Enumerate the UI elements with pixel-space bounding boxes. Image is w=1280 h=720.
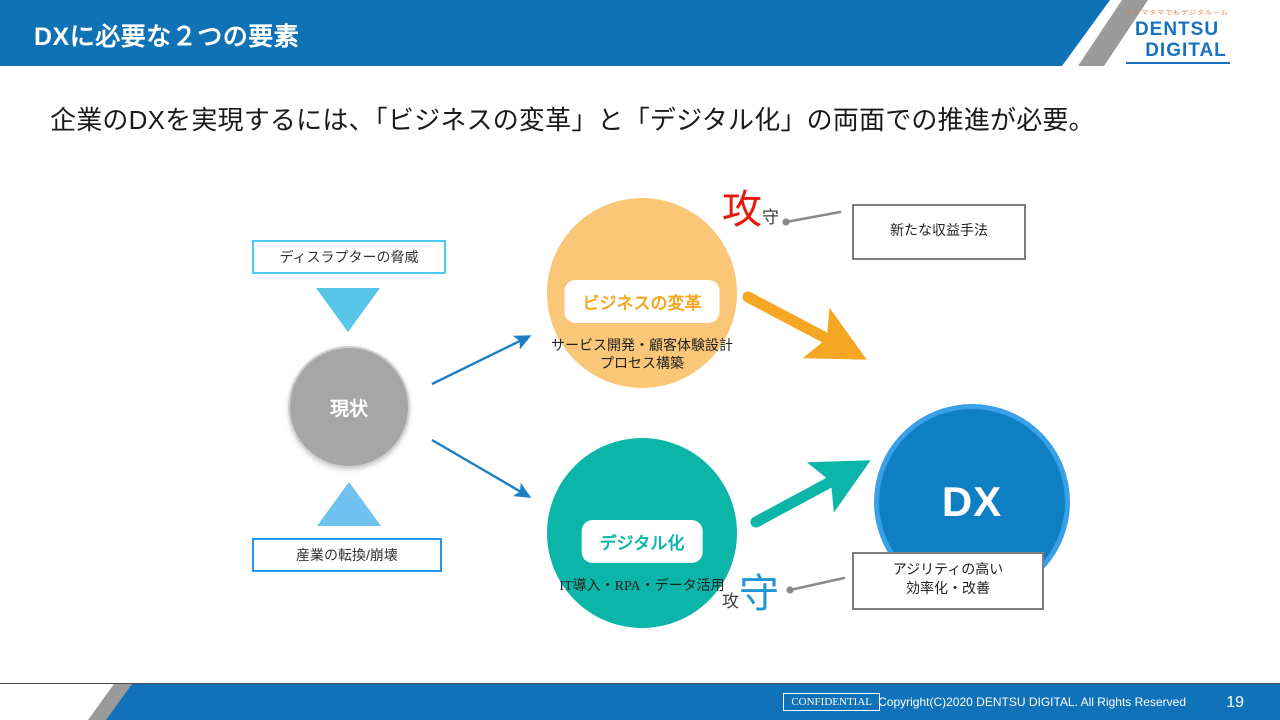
circle-digitalization: デジタル化 IT導入・RPA・データ活用 (547, 438, 737, 628)
logo-line-1: DENTSU (1134, 19, 1220, 40)
page-title: DXに必要な２つの要素 (34, 23, 300, 51)
annotation-top-small: 守 (762, 208, 779, 227)
annotation-top-big: 攻 (722, 188, 762, 232)
header-underline (0, 66, 1280, 69)
digital-caption-line-1: IT導入・RPA・データ活用 (559, 579, 725, 594)
annotation-offense-defense-top: 攻 守 (722, 190, 779, 230)
tag-industry-collapse: 産業の転換/崩壊 (252, 538, 442, 572)
lead-paragraph: 企業のDXを実現するには、「ビジネスの変革」と「デジタル化」の両面での推進が必要… (50, 105, 1095, 135)
logo-line-2: DIGITAL (1145, 40, 1227, 62)
annotation-bottom-big: 守 (739, 572, 779, 616)
callout-revenue-line-1: 新たな収益手法 (890, 223, 988, 239)
page-number: 19 (1226, 694, 1244, 711)
footer-rule (0, 683, 1280, 684)
annotation-offense-defense-bottom: 攻 守 (722, 574, 779, 614)
circle-business-transformation: ビジネスの変革 サービス開発・顧客体験設計 プロセス構築 (547, 198, 737, 388)
callout-agility-line-2: 効率化・改善 (905, 582, 990, 597)
circle-dx-label: DX (941, 478, 1003, 525)
callout-agility-efficiency: アジリティの高い 効率化・改善 (852, 552, 1044, 610)
digital-caption: IT導入・RPA・データ活用 (559, 578, 724, 596)
tag-disruptor-threat: ディスラプターの脅威 (252, 240, 446, 274)
business-pill-label: ビジネスの変革 (564, 280, 720, 323)
logo-kana-text: ツラマタマでもデジタルーム (1125, 9, 1229, 17)
copyright-text: Copyright(C)2020 DENTSU DIGITAL. All Rig… (878, 695, 1186, 709)
business-caption-line-1: サービス開発・顧客体験設計 (551, 339, 733, 354)
down-triangle-icon (316, 288, 380, 332)
dentsu-digital-logo: ツラマタマでもデジタルーム DENTSU DIGITAL (1112, 8, 1242, 64)
business-caption: サービス開発・顧客体験設計 プロセス構築 (551, 338, 733, 374)
business-caption-line-2: プロセス構築 (600, 357, 684, 373)
status-badge: CONFIDENTIAL (783, 693, 880, 711)
callout-new-revenue-method: 新たな収益手法 (852, 204, 1026, 260)
up-triangle-icon (317, 482, 381, 526)
slide-root: DXに必要な２つの要素 ツラマタマでもデジタルーム DENTSU DIGITAL… (0, 0, 1280, 720)
circle-current-state: 現状 (288, 346, 410, 468)
digital-pill-label: デジタル化 (581, 520, 703, 563)
logo-underline (1126, 62, 1230, 64)
annotation-bottom-small: 攻 (722, 592, 739, 611)
diagram-canvas: ディスラプターの脅威 現状 産業の転換/崩壊 ビジネスの変革 サービス開発・顧客… (0, 150, 1280, 670)
callout-agility-line-1: アジリティの高い (892, 563, 1004, 579)
circle-current-state-label: 現状 (329, 398, 368, 420)
